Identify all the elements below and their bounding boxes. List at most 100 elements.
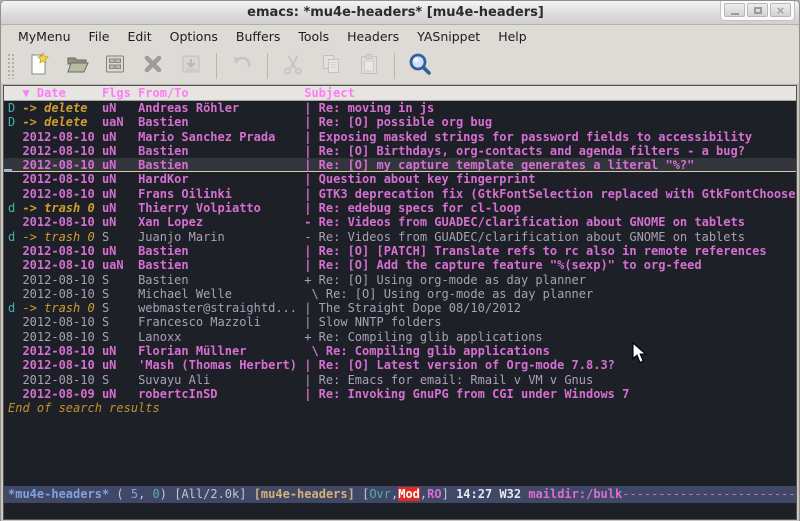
column-from[interactable]: From/To [138,86,304,100]
message-date: -> trash 0 [22,201,101,215]
message-flags: S [102,230,138,244]
message-subject: | Re: [O] Add the capture feature "%(sex… [304,258,701,272]
menu-item-headers[interactable]: Headers [338,27,408,46]
message-row[interactable]: 2012-08-10 uN Mario Sanchez Prada | Expo… [4,130,796,144]
message-flags: uN [102,244,138,258]
message-subject: - Re: Videos from GUADEC/clarification a… [304,230,745,244]
mode-line[interactable]: *mu4e-headers* ( 5, 0) [All/2.0k] [mu4e-… [4,486,796,503]
toolbar-grip[interactable] [7,53,15,79]
toolbar-undo-button [226,51,258,81]
message-row[interactable]: 2012-08-10 uN Bastien | Re: [O] [PATCH] … [4,244,796,258]
message-row[interactable]: 2012-08-10 S Michael Welle \ Re: [O] Usi… [4,287,796,301]
message-date: 2012-08-09 [22,387,101,401]
cut-icon [281,52,305,80]
message-date: 2012-08-10 [22,330,101,344]
menu-item-mymenu[interactable]: MyMenu [9,27,80,46]
message-row[interactable]: d -> trash 0 S webmaster@straightd... | … [4,301,796,315]
message-date: 2012-08-10 [22,287,101,301]
message-from: Suvayu Ali [138,373,304,387]
message-mark [8,358,22,372]
message-row[interactable]: 2012-08-10 S Bastien + Re: [O] Using org… [4,273,796,287]
message-subject: + Re: Compiling glib applications [304,330,542,344]
minimize-button[interactable] [724,3,745,17]
modeline-segment: [All/2.0k] [174,487,253,501]
modeline-segment: RO [427,487,441,501]
message-mark [8,387,22,401]
copy-icon [319,52,343,80]
column-subject[interactable]: Subject [304,86,355,100]
menu-item-buffers[interactable]: Buffers [227,27,289,46]
message-row[interactable]: d -> trash 0 S Juanjo Marin - Re: Videos… [4,230,796,244]
message-row[interactable]: 2012-08-10 uN Bastien | Re: [O] my captu… [4,158,796,172]
message-date: 2012-08-10 [22,358,101,372]
menu-item-help[interactable]: Help [489,27,536,46]
message-subject: | Re: [O] possible org bug [304,115,492,129]
search-icon [407,51,433,81]
message-row[interactable]: 2012-08-10 uN Xan Lopez - Re: Videos fro… [4,215,796,229]
message-subject: | Re: Emacs for email: Rmail v VM v Gnus [304,373,593,387]
menu-item-tools[interactable]: Tools [289,27,338,46]
message-flags: uN [102,344,138,358]
toolbar-save-button[interactable] [99,51,131,81]
message-date: 2012-08-10 [22,158,101,172]
toolbar-search-button[interactable] [404,51,436,81]
message-row[interactable]: 2012-08-09 uN robertcInSD | Re: Invoking… [4,387,796,401]
menu-item-file[interactable]: File [80,27,119,46]
message-from: 'Mash (Thomas Herbert) [138,358,304,372]
message-flags: uN [102,144,138,158]
message-row[interactable]: d -> trash 0 uN Thierry Volpiatto | Re: … [4,201,796,215]
message-row[interactable]: 2012-08-10 uN Frans Oilinki | GTK3 depre… [4,187,796,201]
message-row[interactable]: 2012-08-10 uaN Bastien | Re: [O] Add the… [4,258,796,272]
message-subject: | Re: moving in js [304,101,434,115]
menu-item-edit[interactable]: Edit [118,27,160,46]
message-date: 2012-08-10 [22,130,101,144]
headers-column-row[interactable]: ▼ Date Flgs From/To Subject [4,86,796,101]
message-mark: d [8,230,22,244]
message-from: Bastien [138,158,304,172]
mu4e-headers-buffer[interactable]: ▼ Date Flgs From/To Subject D -> delete … [3,85,797,520]
content-frame: ▼ Date Flgs From/To Subject D -> delete … [1,85,799,521]
message-date: 2012-08-10 [22,273,101,287]
menu-item-options[interactable]: Options [161,27,227,46]
message-row[interactable]: 2012-08-10 S Lanoxx + Re: Compiling glib… [4,330,796,344]
maximize-icon [754,7,762,14]
message-from: HardKor [138,172,304,186]
message-row[interactable]: 2012-08-10 S Suvayu Ali | Re: Emacs for … [4,373,796,387]
column-flags[interactable]: Flgs [102,86,138,100]
message-subject: + Re: [O] Using org-mode as day planner [304,273,586,287]
toolbar-copy-button [315,51,347,81]
message-subject: | Re: [O] [PATCH] Translate refs to rc a… [304,244,766,258]
maximize-button[interactable] [747,3,768,17]
titlebar[interactable]: emacs: *mu4e-headers* [mu4e-headers] × [1,1,799,25]
message-date: 2012-08-10 [22,315,101,329]
toolbar-new-file-button[interactable] [23,51,55,81]
toolbar-separator [216,53,217,79]
message-row[interactable]: 2012-08-10 uN 'Mash (Thomas Herbert) | R… [4,358,796,372]
message-mark [8,373,22,387]
modeline-segment: 5 [131,487,138,501]
message-row[interactable]: 2012-08-10 uN Florian Müllner \ Re: Comp… [4,344,796,358]
message-mark [8,172,22,186]
close-button[interactable]: × [770,3,791,17]
message-row[interactable]: 2012-08-10 uN HardKor | Question about k… [4,172,796,186]
message-subject: | Slow NNTP folders [304,315,441,329]
message-row[interactable]: 2012-08-10 uN Bastien | Re: [O] Birthday… [4,144,796,158]
menu-item-yasnippet[interactable]: YASnippet [408,27,489,46]
message-date: 2012-08-10 [22,258,101,272]
message-row[interactable]: D -> delete uN Andreas Röhler | Re: movi… [4,101,796,115]
undo-icon [230,52,254,80]
column-date[interactable]: Date [37,86,102,100]
message-date: -> trash 0 [22,301,101,315]
close-icon: × [776,5,785,16]
message-row[interactable]: 2012-08-10 S Francesco Mazzoli | Slow NN… [4,315,796,329]
message-mark [8,244,22,258]
emacs-window: emacs: *mu4e-headers* [mu4e-headers] × M… [0,0,800,521]
message-row[interactable]: D -> delete uaN Bastien | Re: [O] possib… [4,115,796,129]
toolbar-delete-button[interactable] [137,51,169,81]
message-mark: D [8,101,22,115]
message-mark [8,258,22,272]
message-date: -> delete [22,115,101,129]
message-from: Florian Müllner [138,344,304,358]
toolbar-open-folder-button[interactable] [61,51,93,81]
message-date: 2012-08-10 [22,244,101,258]
